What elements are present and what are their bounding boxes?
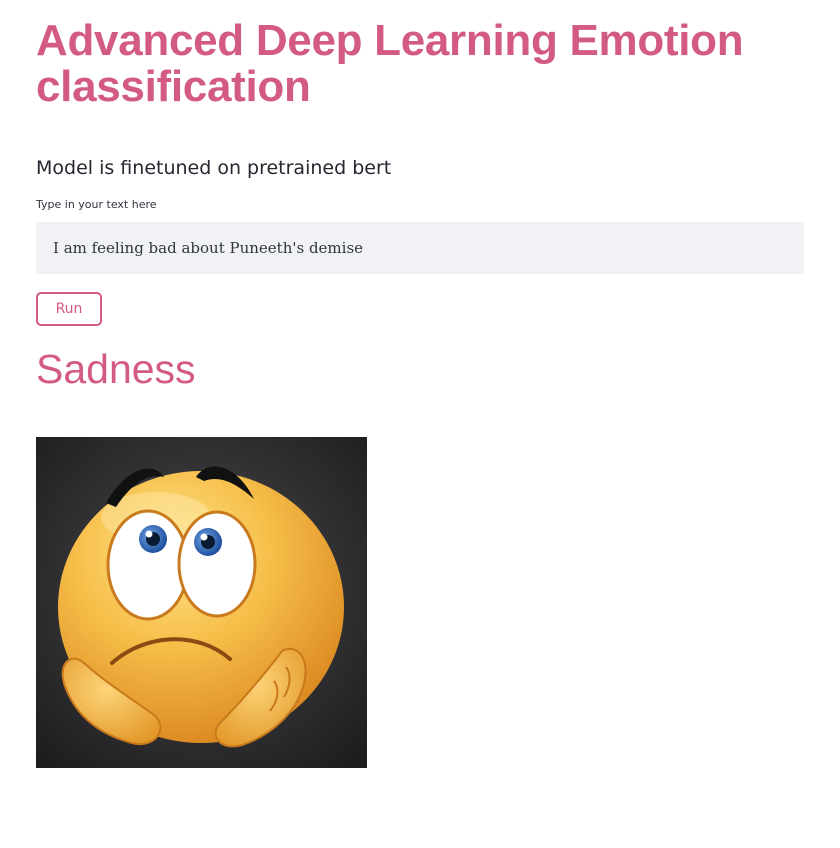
page-subtitle: Model is finetuned on pretrained bert — [36, 157, 392, 179]
page-title: Advanced Deep Learning Emotion classific… — [36, 16, 744, 111]
sad-face-emoji-icon — [36, 437, 367, 768]
run-button[interactable]: Run — [36, 292, 102, 326]
text-input-label: Type in your text here — [36, 198, 157, 211]
prediction-result: Sadness — [36, 346, 196, 392]
text-input[interactable] — [36, 222, 804, 274]
app-main: Advanced Deep Learning Emotion classific… — [36, 18, 808, 392]
